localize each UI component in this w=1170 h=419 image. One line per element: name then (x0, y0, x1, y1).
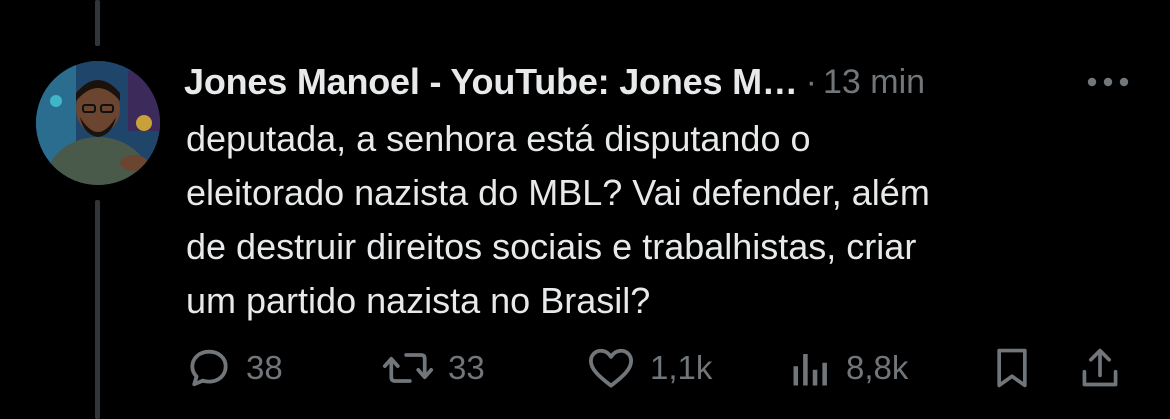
action-bar: 38 33 1,1k 8,8k (186, 340, 1130, 396)
post-text: deputada, a senhora está disputando o el… (186, 112, 1146, 328)
post-text-line: eleitorado nazista do MBL? Vai defender,… (186, 172, 930, 213)
bookmark-icon (997, 348, 1027, 388)
thread-line-bottom (95, 200, 100, 419)
share-icon (1082, 348, 1118, 387)
more-options-button[interactable] (1083, 62, 1133, 102)
repost-count: 33 (448, 349, 485, 386)
thread-line-top (95, 0, 100, 46)
post-header: Jones Manoel - YouTube: Jones M… · 13 mi… (184, 58, 925, 106)
bookmark-button[interactable] (990, 340, 1034, 396)
post-text-line: de destruir direitos sociais e trabalhis… (186, 226, 917, 267)
post-text-line: deputada, a senhora está disputando o (186, 118, 811, 159)
timestamp[interactable]: 13 min (823, 63, 925, 102)
view-count: 8,8k (846, 349, 909, 386)
repost-icon (382, 353, 434, 383)
avatar[interactable] (36, 61, 160, 185)
post-text-line: um partido nazista no Brasil? (186, 280, 651, 321)
share-button[interactable] (1078, 340, 1122, 396)
meta-separator: · (805, 62, 817, 101)
more-horizontal-icon (1087, 77, 1129, 87)
views-icon (793, 354, 827, 386)
repost-button[interactable]: 33 (382, 340, 485, 396)
reply-count: 38 (246, 349, 283, 386)
views-button[interactable]: 8,8k (790, 340, 908, 396)
reply-button[interactable]: 38 (186, 340, 283, 396)
author-name[interactable]: Jones Manoel - YouTube: Jones M… (184, 61, 798, 103)
like-button[interactable]: 1,1k (586, 340, 712, 396)
heart-icon (588, 348, 634, 388)
comment-icon (190, 349, 228, 387)
like-count: 1,1k (650, 349, 713, 386)
